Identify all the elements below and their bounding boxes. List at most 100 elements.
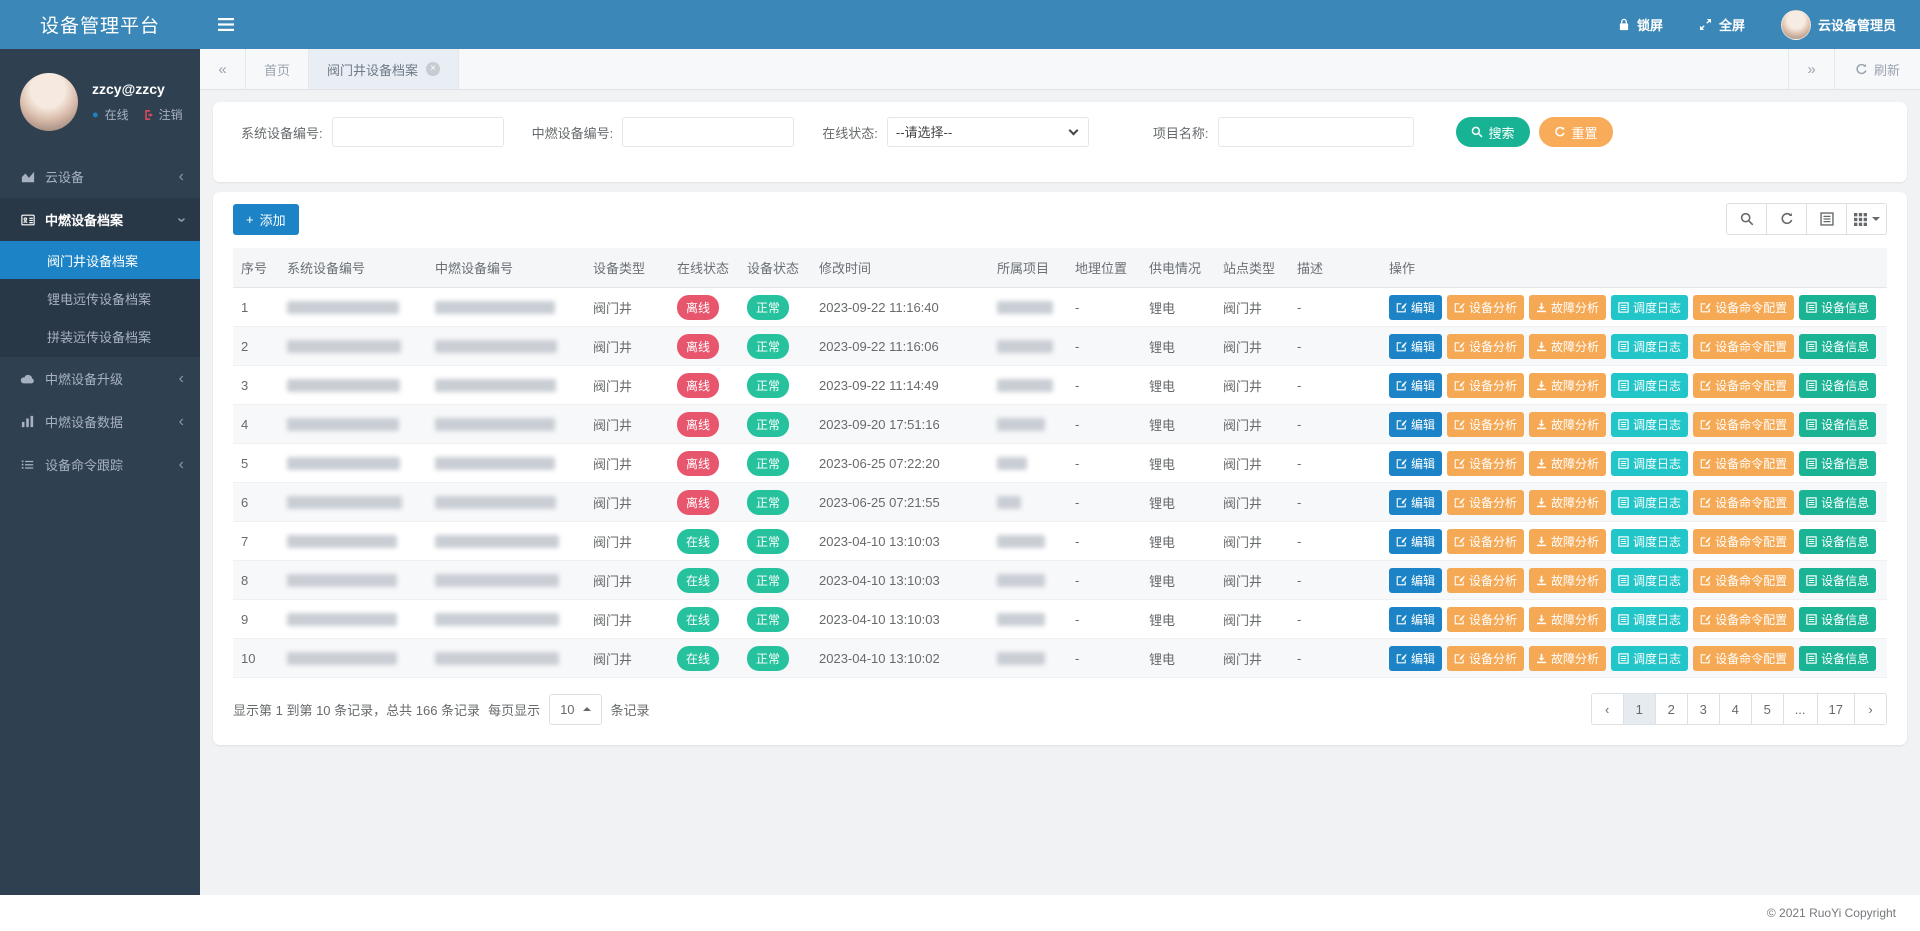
project-name-input[interactable] bbox=[1218, 117, 1414, 147]
online-status-select[interactable]: --请选择-- bbox=[887, 117, 1089, 147]
action-button-设备分析[interactable]: 设备分析 bbox=[1447, 490, 1524, 515]
action-button-编辑[interactable]: 编辑 bbox=[1389, 412, 1442, 437]
sidebar-item-device-data[interactable]: 中燃设备数据 ‹ bbox=[0, 400, 200, 443]
action-button-设备命令配置[interactable]: 设备命令配置 bbox=[1693, 373, 1794, 398]
page-button-5[interactable]: 5 bbox=[1751, 693, 1784, 725]
table-search-button[interactable] bbox=[1726, 203, 1767, 235]
table-detail-view-button[interactable] bbox=[1806, 203, 1847, 235]
action-button-调度日志[interactable]: 调度日志 bbox=[1611, 334, 1688, 359]
action-button-故障分析[interactable]: 故障分析 bbox=[1529, 607, 1606, 632]
action-button-故障分析[interactable]: 故障分析 bbox=[1529, 334, 1606, 359]
action-button-故障分析[interactable]: 故障分析 bbox=[1529, 490, 1606, 515]
action-button-调度日志[interactable]: 调度日志 bbox=[1611, 490, 1688, 515]
search-button[interactable]: 搜索 bbox=[1456, 117, 1530, 147]
sidebar-item-lithium-remote-archive[interactable]: 锂电远传设备档案 bbox=[0, 279, 200, 317]
tabs-scroll-left-button[interactable]: « bbox=[200, 49, 246, 89]
logout-link[interactable]: 注销 bbox=[143, 106, 183, 123]
tab-home[interactable]: 首页 bbox=[246, 49, 309, 89]
action-button-设备分析[interactable]: 设备分析 bbox=[1447, 451, 1524, 476]
action-button-设备分析[interactable]: 设备分析 bbox=[1447, 373, 1524, 398]
action-button-设备信息[interactable]: 设备信息 bbox=[1799, 295, 1876, 320]
action-button-设备分析[interactable]: 设备分析 bbox=[1447, 412, 1524, 437]
action-button-编辑[interactable]: 编辑 bbox=[1389, 334, 1442, 359]
action-button-调度日志[interactable]: 调度日志 bbox=[1611, 295, 1688, 320]
page-prev-button[interactable]: ‹ bbox=[1591, 693, 1624, 725]
action-button-设备分析[interactable]: 设备分析 bbox=[1447, 529, 1524, 554]
page-next-button[interactable]: › bbox=[1854, 693, 1887, 725]
sidebar-item-device-archive[interactable]: 中燃设备档案 ‹ bbox=[0, 198, 200, 241]
sidebar-item-command-tracking[interactable]: 设备命令跟踪 ‹ bbox=[0, 443, 200, 486]
action-button-故障分析[interactable]: 故障分析 bbox=[1529, 529, 1606, 554]
action-button-设备信息[interactable]: 设备信息 bbox=[1799, 451, 1876, 476]
action-button-调度日志[interactable]: 调度日志 bbox=[1611, 373, 1688, 398]
action-button-设备信息[interactable]: 设备信息 bbox=[1799, 490, 1876, 515]
sidebar-item-assembled-remote-archive[interactable]: 拼装远传设备档案 bbox=[0, 317, 200, 355]
lock-screen-button[interactable]: 锁屏 bbox=[1618, 15, 1663, 34]
system-device-no-input[interactable] bbox=[332, 117, 504, 147]
action-button-设备分析[interactable]: 设备分析 bbox=[1447, 295, 1524, 320]
page-button-...[interactable]: ... bbox=[1783, 693, 1818, 725]
action-button-设备信息[interactable]: 设备信息 bbox=[1799, 373, 1876, 398]
cn-device-no-input[interactable] bbox=[622, 117, 794, 147]
action-button-编辑[interactable]: 编辑 bbox=[1389, 646, 1442, 671]
page-size-dropdown[interactable]: 10 bbox=[549, 694, 601, 725]
action-button-设备命令配置[interactable]: 设备命令配置 bbox=[1693, 529, 1794, 554]
action-button-设备分析[interactable]: 设备分析 bbox=[1447, 334, 1524, 359]
action-button-设备信息[interactable]: 设备信息 bbox=[1799, 334, 1876, 359]
tab-valve-well-archive[interactable]: 阀门井设备档案 × bbox=[309, 49, 459, 89]
action-button-设备分析[interactable]: 设备分析 bbox=[1447, 568, 1524, 593]
sidebar-item-cloud-device[interactable]: 云设备 ‹ bbox=[0, 155, 200, 198]
action-button-调度日志[interactable]: 调度日志 bbox=[1611, 646, 1688, 671]
action-button-设备命令配置[interactable]: 设备命令配置 bbox=[1693, 607, 1794, 632]
table-refresh-button[interactable] bbox=[1766, 203, 1807, 235]
action-button-故障分析[interactable]: 故障分析 bbox=[1529, 373, 1606, 398]
action-button-编辑[interactable]: 编辑 bbox=[1389, 607, 1442, 632]
tabs-scroll-right-button[interactable]: » bbox=[1788, 49, 1834, 89]
action-button-设备命令配置[interactable]: 设备命令配置 bbox=[1693, 295, 1794, 320]
page-button-3[interactable]: 3 bbox=[1687, 693, 1720, 725]
action-button-设备分析[interactable]: 设备分析 bbox=[1447, 607, 1524, 632]
tab-refresh-button[interactable]: 刷新 bbox=[1834, 49, 1920, 89]
action-button-编辑[interactable]: 编辑 bbox=[1389, 490, 1442, 515]
user-menu[interactable]: 云设备管理员 bbox=[1781, 10, 1896, 40]
action-button-编辑[interactable]: 编辑 bbox=[1389, 568, 1442, 593]
action-button-设备信息[interactable]: 设备信息 bbox=[1799, 568, 1876, 593]
sidebar-toggle-button[interactable] bbox=[200, 0, 252, 49]
action-button-调度日志[interactable]: 调度日志 bbox=[1611, 451, 1688, 476]
action-button-故障分析[interactable]: 故障分析 bbox=[1529, 295, 1606, 320]
page-button-4[interactable]: 4 bbox=[1719, 693, 1752, 725]
action-button-故障分析[interactable]: 故障分析 bbox=[1529, 568, 1606, 593]
action-button-设备命令配置[interactable]: 设备命令配置 bbox=[1693, 451, 1794, 476]
table-columns-button[interactable] bbox=[1846, 203, 1887, 235]
add-button[interactable]: + 添加 bbox=[233, 204, 299, 235]
action-button-编辑[interactable]: 编辑 bbox=[1389, 295, 1442, 320]
action-button-设备信息[interactable]: 设备信息 bbox=[1799, 412, 1876, 437]
action-button-设备命令配置[interactable]: 设备命令配置 bbox=[1693, 490, 1794, 515]
reset-button[interactable]: 重置 bbox=[1539, 117, 1613, 147]
page-button-17[interactable]: 17 bbox=[1817, 693, 1855, 725]
action-button-设备信息[interactable]: 设备信息 bbox=[1799, 646, 1876, 671]
action-button-设备命令配置[interactable]: 设备命令配置 bbox=[1693, 646, 1794, 671]
action-button-故障分析[interactable]: 故障分析 bbox=[1529, 412, 1606, 437]
action-button-调度日志[interactable]: 调度日志 bbox=[1611, 607, 1688, 632]
action-button-故障分析[interactable]: 故障分析 bbox=[1529, 451, 1606, 476]
action-button-编辑[interactable]: 编辑 bbox=[1389, 451, 1442, 476]
action-button-编辑[interactable]: 编辑 bbox=[1389, 373, 1442, 398]
action-button-设备分析[interactable]: 设备分析 bbox=[1447, 646, 1524, 671]
action-button-调度日志[interactable]: 调度日志 bbox=[1611, 568, 1688, 593]
action-button-设备信息[interactable]: 设备信息 bbox=[1799, 529, 1876, 554]
action-button-故障分析[interactable]: 故障分析 bbox=[1529, 646, 1606, 671]
action-button-设备信息[interactable]: 设备信息 bbox=[1799, 607, 1876, 632]
tab-close-icon[interactable]: × bbox=[426, 62, 440, 76]
sidebar-item-device-upgrade[interactable]: 中燃设备升级 ‹ bbox=[0, 357, 200, 400]
action-button-设备命令配置[interactable]: 设备命令配置 bbox=[1693, 334, 1794, 359]
action-button-设备命令配置[interactable]: 设备命令配置 bbox=[1693, 412, 1794, 437]
action-button-设备命令配置[interactable]: 设备命令配置 bbox=[1693, 568, 1794, 593]
sidebar-item-valve-well-archive[interactable]: 阀门井设备档案 bbox=[0, 241, 200, 279]
page-button-2[interactable]: 2 bbox=[1655, 693, 1688, 725]
fullscreen-button[interactable]: 全屏 bbox=[1699, 15, 1745, 34]
action-button-调度日志[interactable]: 调度日志 bbox=[1611, 412, 1688, 437]
page-button-1[interactable]: 1 bbox=[1623, 693, 1656, 725]
action-button-编辑[interactable]: 编辑 bbox=[1389, 529, 1442, 554]
action-button-调度日志[interactable]: 调度日志 bbox=[1611, 529, 1688, 554]
